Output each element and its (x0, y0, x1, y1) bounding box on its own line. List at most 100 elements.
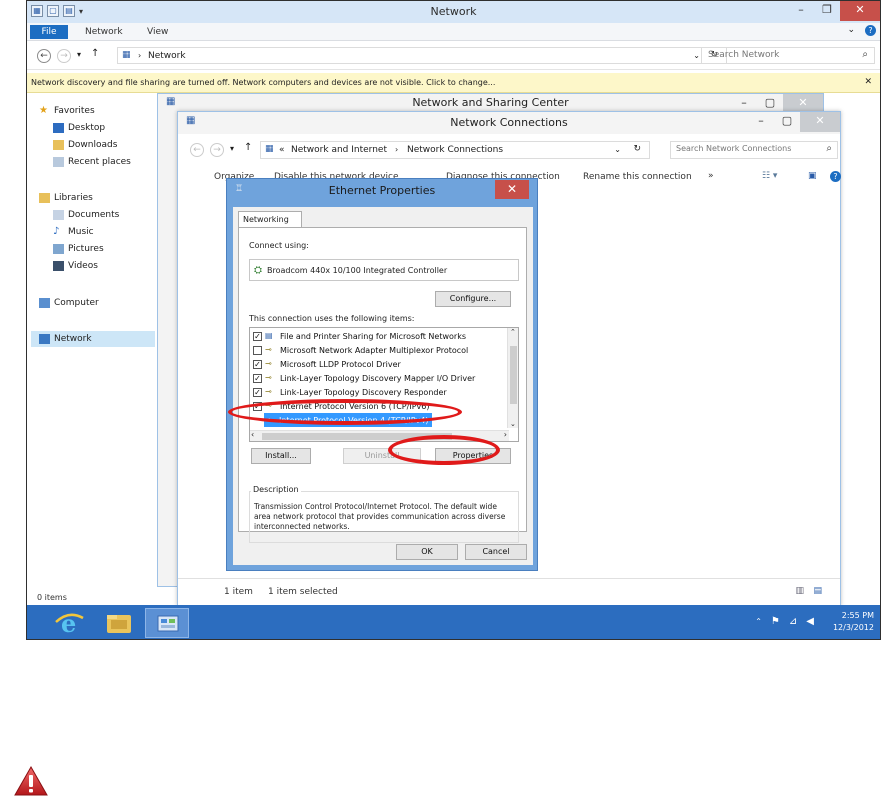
item-checkbox[interactable]: ✓ (253, 373, 262, 383)
list-item[interactable]: ✓ ⊸ Link-Layer Topology Discovery Mapper… (253, 371, 475, 385)
network-location-icon: ▦ (122, 50, 131, 60)
breadcrumb-network-connections[interactable]: Network Connections (407, 145, 503, 155)
nav-videos[interactable]: Videos (53, 261, 98, 271)
item-checkbox[interactable]: ✓ (253, 359, 262, 369)
clock-date: 12/3/2012 (832, 623, 874, 632)
file-explorer-taskbar-button[interactable] (97, 608, 141, 638)
large-icons-view-icon[interactable]: ▤ (813, 586, 822, 596)
clock[interactable]: 2:55 PM 12/3/2012 (833, 610, 874, 634)
nc-address-dropdown-icon[interactable]: ⌄ (614, 145, 621, 154)
minimize-button[interactable]: – (788, 1, 814, 21)
nc-back-button[interactable]: ← (190, 143, 204, 157)
scroll-left-icon[interactable]: ‹ (251, 430, 254, 439)
back-button[interactable]: ← (37, 49, 51, 63)
address-dropdown-icon[interactable]: ⌄ (693, 51, 700, 60)
search-input[interactable]: Search Network ⌕ (701, 47, 875, 64)
restore-button[interactable]: ❐ (814, 1, 840, 21)
info-bar-close-icon[interactable]: ✕ (864, 77, 872, 87)
control-panel-icon (157, 615, 179, 632)
nc-forward-button[interactable]: → (210, 143, 224, 157)
details-view-icon[interactable]: ▥ (795, 586, 804, 596)
network-icon (39, 334, 50, 344)
tab-view[interactable]: View (147, 25, 168, 39)
ok-button[interactable]: OK (396, 544, 458, 560)
nav-downloads[interactable]: Downloads (53, 140, 117, 150)
expand-ribbon-icon[interactable]: ⌄ (847, 25, 855, 36)
svg-text:e: e (61, 609, 76, 638)
nav-network[interactable]: Network (31, 331, 155, 347)
change-view-icon[interactable]: ☷ ▾ (762, 171, 777, 181)
adapter-field: ⛭ Broadcom 440x 10/100 Integrated Contro… (249, 259, 519, 281)
item-checkbox[interactable]: ✓ (253, 331, 262, 341)
items-list[interactable]: ✓ ▤ File and Printer Sharing for Microso… (249, 327, 519, 442)
nc-address-bar[interactable]: ▦ « Network and Internet › Network Conne… (260, 141, 650, 159)
nc-help-icon[interactable]: ? (830, 171, 841, 182)
breadcrumb-overflow[interactable]: « (279, 145, 285, 155)
forward-button[interactable]: → (57, 49, 71, 63)
nav-libraries[interactable]: Libraries (39, 193, 93, 203)
cancel-button[interactable]: Cancel (465, 544, 527, 560)
nc-restore-button[interactable]: ▢ (774, 112, 800, 132)
network-tray-icon[interactable]: ⊿ (789, 616, 797, 628)
scroll-right-icon[interactable]: › (504, 430, 507, 439)
tab-network[interactable]: Network (85, 25, 123, 39)
recent-locations-icon[interactable]: ▾ (77, 50, 81, 59)
more-commands-button[interactable]: » (708, 171, 714, 181)
preview-pane-icon[interactable]: ▣ (808, 171, 817, 181)
nav-desktop[interactable]: Desktop (53, 123, 105, 133)
nc-minimize-button[interactable]: – (748, 112, 774, 132)
nav-computer[interactable]: Computer (39, 298, 99, 308)
control-panel-taskbar-button[interactable] (145, 608, 189, 638)
ie-taskbar-button[interactable]: e (47, 608, 91, 638)
configure-button[interactable]: Configure... (435, 291, 511, 307)
nav-documents[interactable]: Documents (53, 210, 119, 220)
info-bar[interactable]: Network discovery and file sharing are t… (27, 73, 880, 93)
search-icon[interactable]: ⌕ (862, 49, 868, 60)
ie-icon: e (55, 609, 84, 638)
close-button[interactable]: ✕ (840, 1, 880, 21)
highlight-ipv4-ring (228, 399, 462, 425)
scroll-up-icon[interactable]: ⌃ (510, 328, 516, 336)
up-arrow-icon[interactable]: ↑ (91, 48, 99, 59)
scroll-down-icon[interactable]: ⌄ (510, 420, 516, 428)
list-vertical-scrollbar[interactable]: ⌃ ⌄ (507, 328, 518, 428)
list-item[interactable]: ⊸ Microsoft Network Adapter Multiplexor … (253, 343, 468, 357)
nc-item-count: 1 item (224, 587, 253, 597)
nc-refresh-icon[interactable]: ↻ (633, 144, 641, 154)
list-item[interactable]: ✓ ▤ File and Printer Sharing for Microso… (253, 329, 466, 343)
nav-music[interactable]: ♪ Music (53, 227, 94, 238)
address-bar[interactable]: ▦ › Network ⌄ ↻ (117, 47, 727, 64)
documents-icon (53, 210, 64, 220)
nc-close-button[interactable]: ✕ (800, 112, 840, 132)
tab-file[interactable]: File (30, 25, 68, 39)
nav-recent-places[interactable]: Recent places (53, 157, 131, 167)
tab-networking[interactable]: Networking (238, 211, 302, 228)
nc-caption-buttons: – ▢ ✕ (748, 112, 840, 132)
nc-search-input[interactable]: Search Network Connections ⌕ (670, 141, 838, 159)
nc-search-icon[interactable]: ⌕ (826, 143, 832, 154)
breadcrumb-network-and-internet[interactable]: Network and Internet (291, 145, 387, 155)
file-explorer-icon (107, 615, 131, 633)
nc-recent-icon[interactable]: ▾ (230, 144, 234, 153)
nc-search-placeholder: Search Network Connections (676, 144, 792, 153)
service-icon: ▤ (265, 331, 273, 340)
dialog-close-button[interactable]: ✕ (495, 180, 529, 199)
list-item[interactable]: ✓ ⊸ Link-Layer Topology Discovery Respon… (253, 385, 447, 399)
show-hidden-icons-icon[interactable]: ⌃ (755, 616, 762, 628)
nc-up-arrow-icon[interactable]: ↑ (244, 142, 252, 153)
install-button[interactable]: Install... (251, 448, 311, 464)
help-icon[interactable]: ? (865, 25, 876, 36)
item-checkbox[interactable] (253, 345, 262, 355)
vertical-scroll-thumb[interactable] (510, 346, 517, 404)
ethernet-properties-dialog[interactable]: ♖ Ethernet Properties ✕ Networking Conne… (226, 178, 538, 571)
rename-connection-button[interactable]: Rename this connection (583, 172, 692, 182)
screenshot-frame: ▦ ▢ ▤ ▾ Network – ❐ ✕ File Network View … (26, 0, 881, 640)
volume-icon[interactable]: ◀ (806, 616, 814, 628)
nav-pictures[interactable]: Pictures (53, 244, 104, 254)
list-item[interactable]: ✓ ⊸ Microsoft LLDP Protocol Driver (253, 357, 401, 371)
breadcrumb-network[interactable]: Network (148, 51, 186, 61)
item-checkbox[interactable]: ✓ (253, 387, 262, 397)
flag-icon[interactable]: ⚑ (771, 616, 780, 628)
nav-favorites[interactable]: ★ Favorites (39, 106, 95, 117)
connect-using-label: Connect using: (249, 241, 309, 250)
